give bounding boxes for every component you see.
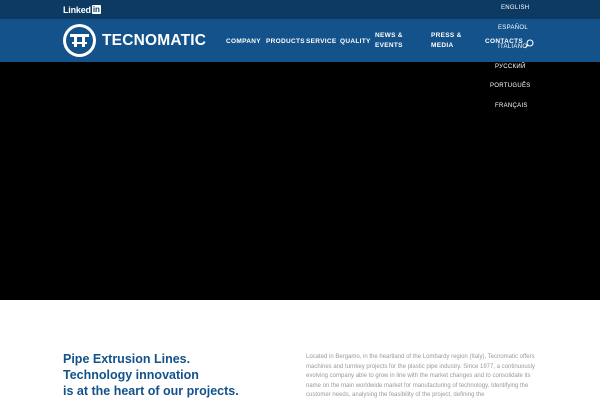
portugal-flag-icon [477, 83, 486, 89]
lang-italiano[interactable]: ITALIANO [485, 44, 527, 50]
lang-portugues[interactable]: PORTUGUÊS [477, 83, 531, 89]
intro-title-line1: Pipe Extrusion Lines. [63, 352, 191, 366]
nav-news-events[interactable]: NEWS & EVENTS [375, 31, 403, 51]
spain-flag-icon [485, 25, 494, 31]
linkedin-text: Linked [63, 4, 91, 15]
lang-label-italiano: ITALIANO [498, 44, 528, 50]
nav-press-line2: MEDIA [431, 42, 454, 49]
linkedin-link[interactable]: Linked in [63, 3, 101, 16]
france-flag-icon [482, 103, 491, 109]
lang-espanol[interactable]: ESPAÑOL [485, 25, 528, 31]
nav-service[interactable]: SERVICE [306, 37, 337, 47]
lang-label-francais: FRANÇAIS [495, 103, 528, 109]
italy-flag-icon [485, 44, 494, 50]
logo-link[interactable]: TECNOMATIC [63, 24, 206, 57]
intro-title: Pipe Extrusion Lines. Technology innovat… [63, 351, 303, 399]
nav-press-line1: PRESS & [431, 32, 462, 39]
linkedin-icon: in [91, 5, 101, 14]
brand-name: TECNOMATIC [102, 31, 207, 49]
intro-body-text: Located in Bergamo, in the heartland of … [306, 354, 536, 399]
lang-label-russian: РУССКИЙ [495, 64, 526, 70]
intro-title-line3: is at the heart of our projects. [63, 384, 239, 398]
uk-flag-icon [488, 5, 497, 11]
lang-russian[interactable]: РУССКИЙ [482, 64, 526, 70]
lang-label-portugues: PORTUGUÊS [490, 83, 531, 89]
lang-label-espanol: ESPAÑOL [498, 25, 528, 31]
logo-mark-icon [63, 24, 96, 57]
lang-label-english: ENGLISH [501, 5, 530, 11]
nav-news-line2: EVENTS [375, 42, 403, 49]
lang-francais[interactable]: FRANÇAIS [482, 103, 528, 109]
intro-title-line2: Technology innovation [63, 368, 199, 382]
nav-quality[interactable]: QUALITY [340, 37, 371, 47]
lang-english[interactable]: ENGLISH [488, 5, 529, 11]
hero-video-area [0, 62, 600, 300]
russia-flag-icon [482, 64, 491, 70]
nav-press-media[interactable]: PRESS & MEDIA [431, 31, 462, 51]
nav-products[interactable]: PRODUCTS [266, 37, 305, 47]
nav-company[interactable]: COMPANY [226, 37, 261, 47]
nav-news-line1: NEWS & [375, 32, 403, 39]
